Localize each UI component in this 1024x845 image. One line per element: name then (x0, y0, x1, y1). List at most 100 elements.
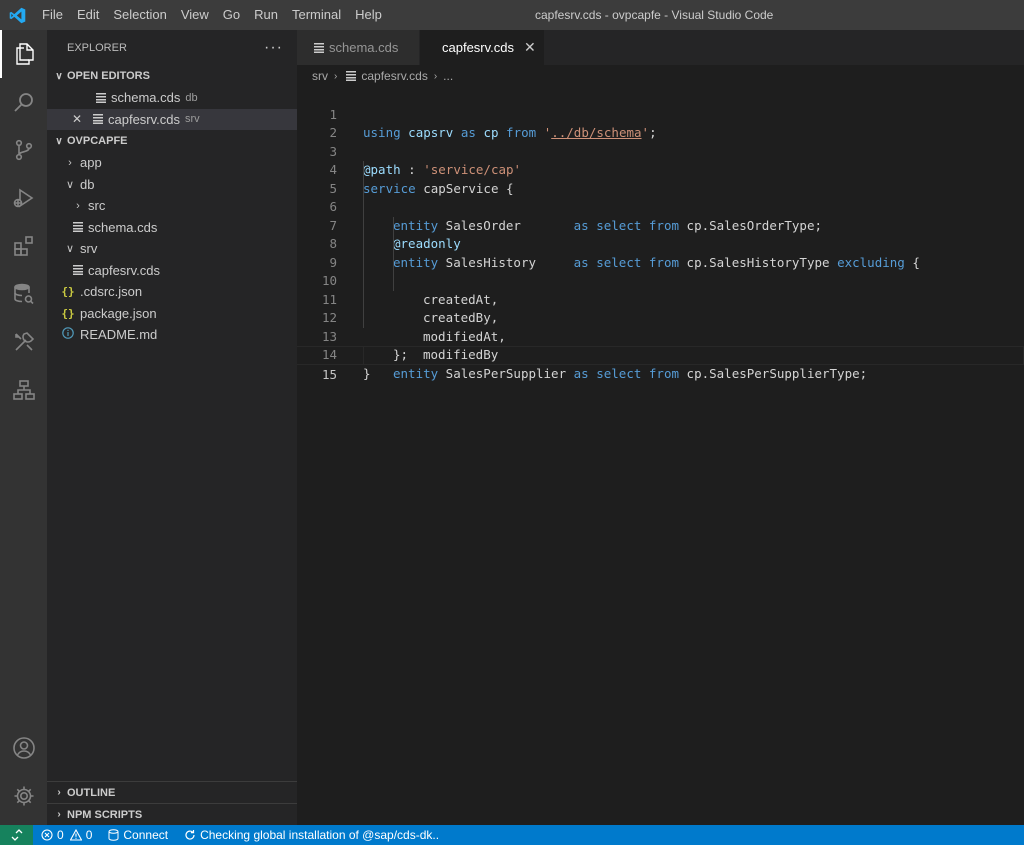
connect-button[interactable]: Connect (100, 825, 176, 845)
tree-item-src[interactable]: › src (47, 195, 297, 217)
vscode-logo-icon (0, 0, 35, 30)
tree-item-schema[interactable]: schema.cds (47, 217, 297, 239)
indent-guide (363, 179, 364, 198)
chevron-down-icon: ∨ (55, 70, 63, 82)
chevron-right-icon: › (334, 70, 338, 82)
tree-item-label: db (80, 176, 95, 192)
tree-item-app[interactable]: › app (47, 152, 297, 174)
code-line: 8 createdAt, (297, 216, 1024, 307)
tree-item-readme[interactable]: README.md (47, 324, 297, 346)
indent-guide (393, 253, 394, 272)
menu-file[interactable]: File (35, 0, 70, 30)
menu-terminal[interactable]: Terminal (285, 0, 348, 30)
breadcrumb-more[interactable]: ... (443, 69, 453, 83)
open-editors-section[interactable]: ∨ OPEN EDITORS (47, 65, 297, 87)
menu-edit[interactable]: Edit (70, 0, 106, 30)
menu-help[interactable]: Help (348, 0, 389, 30)
tree-item-label: srv (80, 241, 98, 257)
code-editor[interactable]: 1 using capsrv as cp from '../db/schema'… (297, 87, 1024, 825)
tree-item-db[interactable]: ∨ db (47, 174, 297, 196)
status-message: Checking global installation of @sap/cds… (176, 825, 447, 845)
tree-item-label: .cdsrc.json (80, 284, 143, 300)
open-editor-item[interactable]: schema.cds db (47, 87, 297, 109)
menu-selection[interactable]: Selection (106, 0, 173, 30)
account-icon[interactable] (0, 724, 47, 772)
error-count: 0 (57, 828, 64, 842)
breadcrumb-file[interactable]: capfesrv.cds (361, 69, 427, 83)
current-line-highlight (363, 346, 1024, 365)
settings-gear-icon[interactable] (0, 772, 47, 820)
tree-item-srv[interactable]: ∨ srv (47, 238, 297, 260)
code-line: 11 modifiedBy (297, 272, 1024, 362)
menu-view[interactable]: View (174, 0, 216, 30)
menu-run[interactable]: Run (247, 0, 285, 30)
activity-bar (0, 30, 47, 825)
more-actions-icon[interactable]: ··· (264, 39, 283, 57)
tab-schema[interactable]: schema.cds (297, 30, 420, 65)
explorer-title: EXPLORER (67, 41, 127, 54)
tree-item-package[interactable]: {} package.json (47, 303, 297, 325)
chevron-right-icon: › (68, 156, 72, 169)
sidebar-bottom-sections: › OUTLINE › NPM SCRIPTS (47, 781, 297, 825)
indent-guide (363, 253, 364, 272)
tab-label: schema.cds (329, 40, 399, 55)
chevron-down-icon: ∨ (65, 178, 75, 191)
database-explorer-icon[interactable] (0, 270, 47, 318)
line-text: } (363, 365, 371, 381)
tree-item-label: src (88, 198, 106, 214)
open-editor-desc: db (185, 91, 198, 104)
warning-icon (69, 829, 82, 841)
code-line: 3 @path : 'service/cap' (297, 124, 1024, 178)
code-line: 7 entity SalesHistory as select from cp.… (297, 198, 1024, 270)
extensions-icon[interactable] (0, 222, 47, 270)
hierarchy-icon[interactable] (0, 366, 47, 414)
error-icon (41, 829, 53, 841)
folder-title: OVPCAPFE (67, 135, 128, 147)
menu-go[interactable]: Go (216, 0, 247, 30)
code-line: 10 modifiedAt, (297, 253, 1024, 344)
explorer-icon[interactable] (0, 30, 47, 78)
indent-guide (393, 235, 394, 254)
outline-title: OUTLINE (67, 786, 116, 799)
file-lines-icon (314, 42, 324, 53)
indent-guide (363, 161, 364, 180)
tab-capfesrv[interactable]: capfesrv.cds ✕ (420, 30, 545, 65)
npm-scripts-section[interactable]: › NPM SCRIPTS (47, 803, 297, 825)
file-lines-icon (346, 71, 357, 81)
chevron-down-icon: ∨ (55, 135, 63, 147)
file-lines-icon (73, 222, 83, 233)
tree-item-label: app (80, 155, 102, 171)
indent-guide (363, 198, 364, 217)
remote-icon (11, 829, 22, 841)
remote-indicator[interactable] (0, 825, 33, 845)
npm-scripts-title: NPM SCRIPTS (67, 808, 143, 821)
open-editor-name: schema.cds (111, 90, 181, 106)
breadcrumb-folder[interactable]: srv (312, 69, 328, 83)
file-lines-icon (73, 265, 83, 276)
outline-section[interactable]: › OUTLINE (47, 781, 297, 803)
json-file-icon: {} (61, 285, 75, 299)
open-editor-item[interactable]: ✕ capfesrv.cds srv (47, 108, 297, 130)
close-icon[interactable]: ✕ (72, 112, 90, 126)
explorer-sidebar: EXPLORER ··· ∨ OPEN EDITORS schema.cds d… (47, 30, 297, 825)
tree-item-cdsrc[interactable]: {} .cdsrc.json (47, 281, 297, 303)
code-line: 1 using capsrv as cp from '../db/schema'… (297, 87, 1024, 141)
breadcrumb: srv › capfesrv.cds › ... (297, 65, 1024, 87)
code-line: 12 }; (297, 290, 1024, 362)
code-line: 2 (297, 106, 1024, 140)
folder-section[interactable]: ∨ OVPCAPFE (47, 130, 297, 152)
tree-item-capfesrv[interactable]: capfesrv.cds (47, 260, 297, 282)
chevron-right-icon: › (76, 199, 80, 212)
open-editors-title: OPEN EDITORS (67, 70, 150, 82)
search-icon[interactable] (0, 78, 47, 126)
tools-icon[interactable] (0, 318, 47, 366)
source-control-icon[interactable] (0, 126, 47, 174)
title-bar: File Edit Selection View Go Run Terminal… (0, 0, 1024, 30)
run-debug-icon[interactable] (0, 174, 47, 222)
indent-guide (363, 272, 364, 291)
line-number: 15 (321, 366, 337, 382)
close-icon[interactable]: ✕ (524, 39, 536, 56)
menu-bar: File Edit Selection View Go Run Terminal… (35, 0, 389, 30)
file-lines-icon (93, 114, 103, 125)
problems-indicator[interactable]: 0 0 (33, 825, 100, 845)
